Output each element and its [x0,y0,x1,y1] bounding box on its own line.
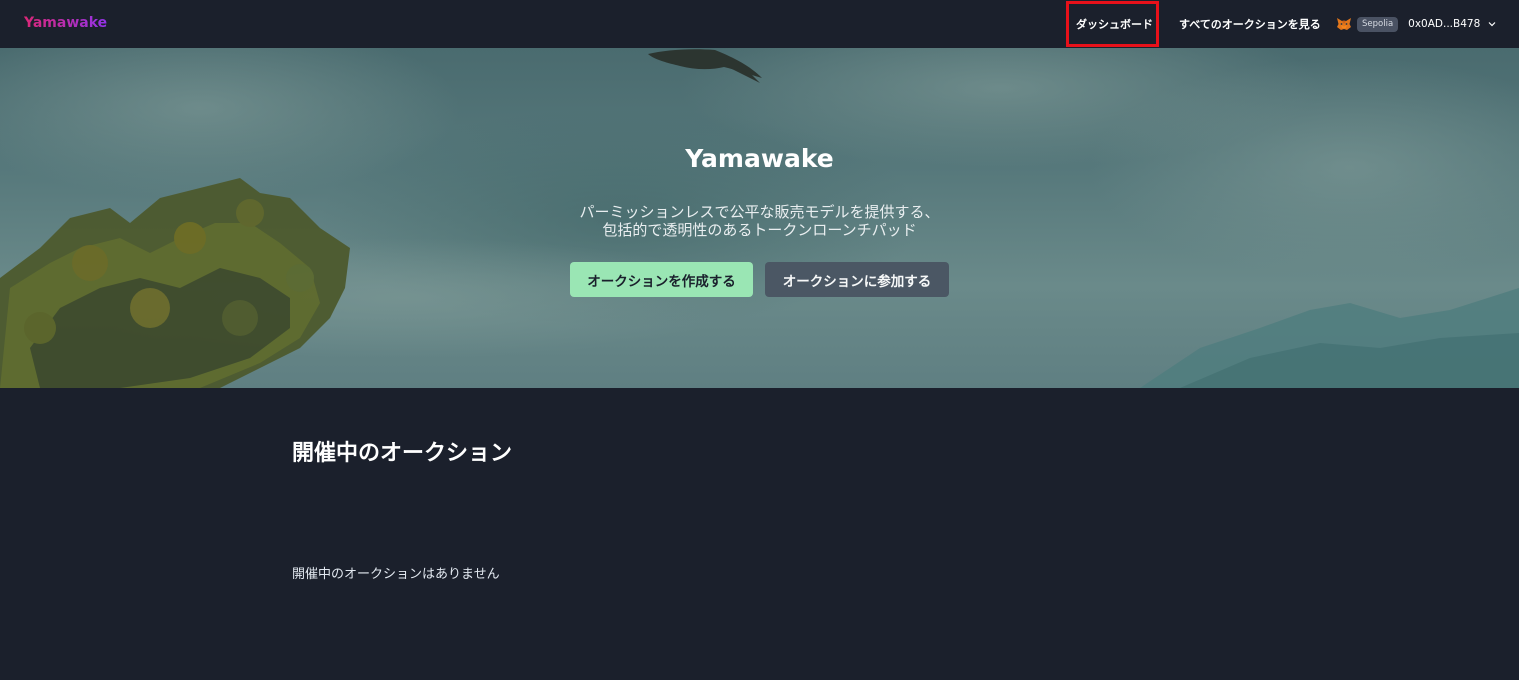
empty-auctions-message: 開催中のオークションはありません [292,567,500,582]
chevron-down-icon [1488,22,1496,27]
hero-banner: Yamawake パーミッションレスで公平な販売モデルを提供する、 包括的で透明… [0,48,1519,388]
active-auctions-heading: 開催中のオークション [292,441,513,466]
hero-subtitle-line2: 包括的で透明性のあるトークンローンチパッド [602,221,917,239]
network-badge: Sepolia [1357,16,1399,32]
join-auction-button[interactable]: オークションに参加する [765,262,949,297]
navbar: Yamawake ダッシュボード すべてのオークションを見る Sepolia 0… [0,0,1519,48]
wallet-address: 0x0AD...B478 [1408,18,1481,30]
nav-all-auctions-link[interactable]: すべてのオークションを見る [1179,16,1321,32]
nav-dashboard-link[interactable]: ダッシュボード [1076,16,1153,32]
create-auction-button[interactable]: オークションを作成する [570,262,753,297]
account-menu[interactable]: Sepolia 0x0AD...B478 [1336,15,1496,33]
logo[interactable]: Yamawake [24,15,107,31]
metamask-fox-icon [1337,18,1351,30]
hero-title: Yamawake [685,144,834,173]
